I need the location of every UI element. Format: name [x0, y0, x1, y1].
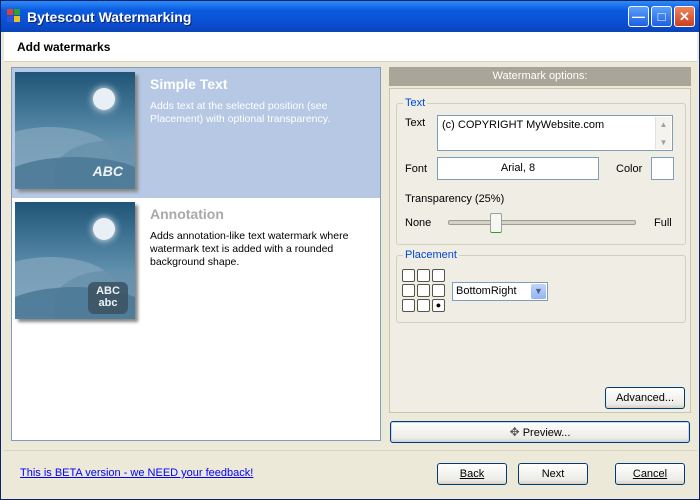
- font-value: Arial, 8: [500, 162, 536, 174]
- font-label: Font: [405, 163, 428, 175]
- font-field[interactable]: Arial, 8: [437, 157, 599, 180]
- thumb-annotation-text-lower: abc: [98, 297, 118, 309]
- title-bar[interactable]: Bytescout Watermarking — □ ✕: [1, 1, 699, 32]
- window: Bytescout Watermarking — □ ✕ Add waterma…: [0, 0, 700, 500]
- chevron-down-icon[interactable]: ▼: [531, 284, 546, 299]
- app-icon: [7, 9, 21, 23]
- placement-select[interactable]: BottomRight ▼: [452, 282, 548, 301]
- option-simple-text[interactable]: ABC Simple Text Adds text at the selecte…: [12, 68, 380, 198]
- watermark-options-panel: Text Text (c) COPYRIGHT MyWebsite.com ▲ …: [389, 88, 691, 413]
- advanced-button[interactable]: Advanced...: [605, 387, 685, 409]
- wizard-header: Add watermarks: [4, 32, 697, 62]
- color-swatch[interactable]: [651, 157, 674, 180]
- transparency-label: Transparency (25%): [405, 193, 505, 205]
- placement-select-value: BottomRight: [456, 285, 517, 297]
- scroll-down-icon[interactable]: ▼: [656, 135, 671, 150]
- option-title: Simple Text: [150, 76, 228, 92]
- moon-icon: [93, 218, 115, 240]
- selected-dot-icon: ●: [435, 300, 442, 310]
- annotation-badge: ABC abc: [88, 282, 128, 314]
- placement-group-legend: Placement: [405, 249, 457, 261]
- placement-top-left[interactable]: [402, 269, 415, 282]
- simple-text-thumbnail: ABC: [15, 72, 135, 189]
- option-title: Annotation: [150, 206, 224, 222]
- cancel-button-label: Cancel: [632, 468, 668, 480]
- page-title: Add watermarks: [17, 40, 111, 54]
- color-label: Color: [616, 163, 643, 175]
- placement-bottom-left[interactable]: [402, 299, 415, 312]
- transparency-min-label: None: [405, 217, 432, 229]
- placement-middle-right[interactable]: [432, 284, 445, 297]
- footer-divider: [4, 450, 697, 451]
- transparency-slider-thumb[interactable]: [489, 213, 502, 233]
- minimize-button[interactable]: —: [628, 6, 649, 27]
- option-description: Adds text at the selected position (see …: [150, 100, 331, 125]
- maximize-button[interactable]: □: [651, 6, 672, 27]
- close-button[interactable]: ✕: [674, 6, 695, 27]
- transparency-slider[interactable]: [448, 220, 636, 225]
- text-scrollbar[interactable]: ▲ ▼: [655, 117, 671, 149]
- watermark-options-header: Watermark options:: [389, 67, 691, 86]
- placement-middle-left[interactable]: [402, 284, 415, 297]
- watermark-text-value: (c) COPYRIGHT MyWebsite.com: [442, 119, 605, 131]
- text-label: Text: [405, 117, 426, 129]
- thumb-annotation-text-upper: ABC: [96, 285, 120, 297]
- next-button[interactable]: Next: [518, 463, 588, 485]
- transparency-max-label: Full: [654, 217, 672, 229]
- option-annotation[interactable]: ABC abc Annotation Adds annotation-like …: [12, 198, 380, 328]
- close-icon: ✕: [679, 9, 690, 24]
- preview-button-label: Preview...: [522, 427, 571, 439]
- preview-button[interactable]: ✥ Preview...: [390, 421, 690, 443]
- placement-center[interactable]: [417, 284, 430, 297]
- back-button[interactable]: Back: [437, 463, 507, 485]
- placement-top-right[interactable]: [432, 269, 445, 282]
- text-group-legend: Text: [405, 97, 426, 109]
- maximize-icon: □: [657, 9, 666, 24]
- window-title: Bytescout Watermarking: [27, 9, 192, 25]
- placement-bottom-center[interactable]: [417, 299, 430, 312]
- placement-top-center[interactable]: [417, 269, 430, 282]
- option-description: Adds annotation-like text watermark wher…: [150, 230, 349, 268]
- watermark-text-input[interactable]: (c) COPYRIGHT MyWebsite.com ▲ ▼: [437, 115, 673, 151]
- minimize-icon: —: [632, 9, 645, 24]
- cancel-button[interactable]: Cancel: [615, 463, 685, 485]
- thumb-watermark-text: ABC: [92, 163, 123, 179]
- move-icon: ✥: [509, 425, 520, 439]
- watermark-type-list: ABC Simple Text Adds text at the selecte…: [11, 67, 381, 441]
- feedback-link[interactable]: This is BETA version - we NEED your feed…: [20, 467, 253, 479]
- annotation-thumbnail: ABC abc: [15, 202, 135, 319]
- back-button-label: Back: [459, 468, 485, 480]
- scroll-up-icon[interactable]: ▲: [656, 117, 671, 132]
- placement-bottom-right[interactable]: ●: [432, 299, 445, 312]
- moon-icon: [93, 88, 115, 110]
